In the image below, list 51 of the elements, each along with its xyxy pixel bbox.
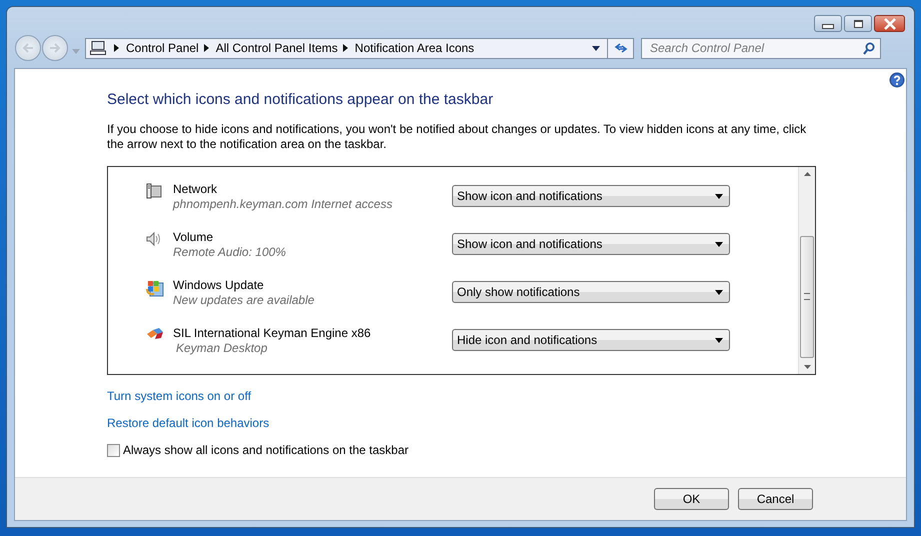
minimize-button[interactable]	[814, 15, 842, 32]
forward-arrow-icon	[48, 42, 62, 54]
link[interactable]: Restore default icon behaviors	[107, 416, 270, 430]
speaker-icon	[146, 231, 162, 247]
icon-description: Keyman Desktop	[176, 341, 268, 355]
icon-name: Windows Update	[173, 278, 265, 292]
behavior-dropdown[interactable]: Hide icon and notifications	[452, 329, 730, 351]
network-icon	[146, 183, 162, 199]
search-field[interactable]: Search Control Panel	[641, 38, 881, 58]
back-arrow-icon	[21, 42, 35, 54]
icon-name: Network	[173, 182, 218, 196]
behavior-dropdown[interactable]: Show icon and notifications	[452, 233, 730, 255]
breadcrumb[interactable]: All Control Panel Items	[216, 41, 338, 55]
dialog-button[interactable]: Cancel	[738, 488, 813, 510]
checkbox-label[interactable]: Always show all icons and notifications on the taskbar	[123, 443, 408, 457]
icon-description: New updates are available	[173, 293, 316, 307]
link[interactable]: Turn system icons on or off	[107, 389, 252, 403]
refresh-arrows-icon	[614, 42, 628, 54]
behavior-dropdown[interactable]: Show icon and notifications	[452, 185, 730, 207]
close-button[interactable]	[874, 15, 905, 32]
page-heading: Select which icons and notifications appear on the taskbar	[107, 91, 494, 108]
breadcrumb-arrow-icon[interactable]	[114, 44, 119, 52]
caret-icon	[715, 290, 723, 294]
close-icon	[882, 18, 896, 30]
help-icon[interactable]	[889, 72, 905, 88]
breadcrumb-arrow-icon[interactable]	[204, 44, 209, 52]
scroll-up-icon[interactable]	[804, 172, 810, 176]
scroll-down-icon[interactable]	[804, 365, 810, 369]
scrollbar[interactable]	[798, 167, 815, 374]
address-dropdown-icon[interactable]	[592, 46, 600, 50]
keyboard-icon	[146, 327, 164, 341]
dialog-button[interactable]: OK	[654, 488, 729, 510]
caret-icon	[715, 242, 723, 246]
icon-name: Volume	[173, 230, 214, 244]
scroll-thumb[interactable]	[800, 236, 814, 358]
icon-description: phnompenh.keyman.com Internet access	[173, 197, 394, 211]
breadcrumb[interactable]: Control Panel	[126, 41, 199, 55]
address-bar[interactable]: Control Panel All Control Panel Items Notification Area Icons	[85, 38, 634, 58]
breadcrumb-arrow-icon[interactable]	[342, 44, 348, 52]
checkbox[interactable]	[107, 444, 120, 456]
caret-icon	[715, 338, 723, 342]
search-icon[interactable]	[863, 42, 875, 54]
computer-icon	[90, 41, 106, 55]
behavior-dropdown[interactable]: Only show notifications	[452, 281, 730, 303]
icon-name: SIL International Keyman Engine x86	[173, 326, 372, 340]
description-text: If you choose to hide icons and notifications, you won't be notified about changes or updates. To view hidden icons at any time, click the arrow next to the notification area on the taskbar.	[107, 122, 808, 152]
caret-icon	[715, 194, 723, 198]
breadcrumb[interactable]: Notification Area Icons	[354, 41, 474, 55]
windows-update-icon	[146, 279, 164, 297]
maximize-button[interactable]	[844, 15, 872, 32]
icon-description: Remote Audio: 100%	[173, 245, 287, 259]
